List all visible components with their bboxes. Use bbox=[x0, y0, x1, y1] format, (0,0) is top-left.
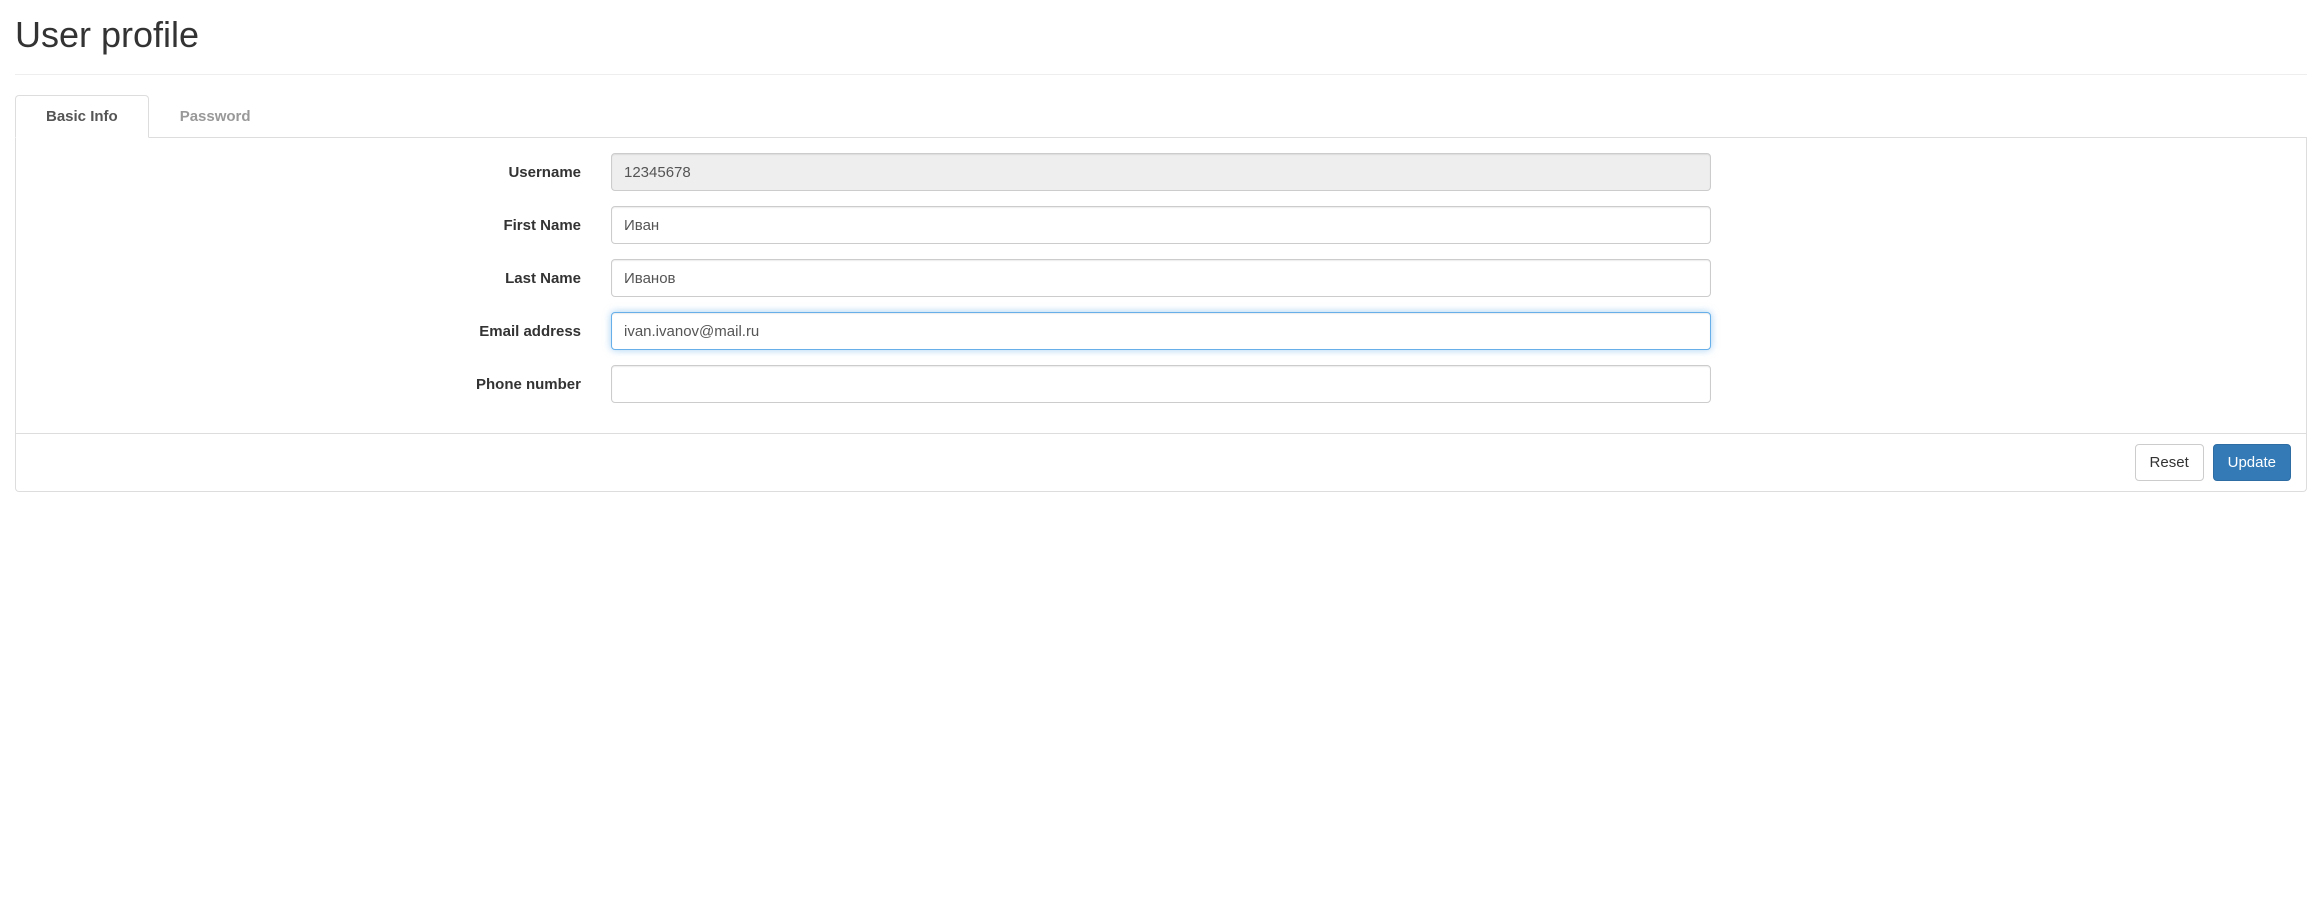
panel-body: Username First Name Last Name Email addr… bbox=[16, 138, 2306, 433]
tab-password[interactable]: Password bbox=[149, 95, 282, 138]
field-row-last-name: Last Name bbox=[31, 259, 2291, 297]
phone-input[interactable] bbox=[611, 365, 1711, 403]
field-row-phone: Phone number bbox=[31, 365, 2291, 403]
page-header: User profile bbox=[15, 15, 2307, 75]
first-name-label: First Name bbox=[31, 217, 596, 234]
last-name-label: Last Name bbox=[31, 270, 596, 287]
tab-basic-info[interactable]: Basic Info bbox=[15, 95, 149, 138]
email-label: Email address bbox=[31, 323, 596, 340]
update-button[interactable]: Update bbox=[2213, 444, 2291, 481]
field-row-first-name: First Name bbox=[31, 206, 2291, 244]
profile-panel: Username First Name Last Name Email addr… bbox=[15, 138, 2307, 492]
first-name-input-wrap bbox=[596, 206, 1726, 244]
field-row-username: Username bbox=[31, 153, 2291, 191]
field-row-email: Email address bbox=[31, 312, 2291, 350]
username-input-wrap bbox=[596, 153, 1726, 191]
phone-label: Phone number bbox=[31, 376, 596, 393]
last-name-input[interactable] bbox=[611, 259, 1711, 297]
email-input-wrap bbox=[596, 312, 1726, 350]
reset-button[interactable]: Reset bbox=[2135, 444, 2204, 481]
username-input bbox=[611, 153, 1711, 191]
profile-form: Username First Name Last Name Email addr… bbox=[31, 153, 2291, 403]
tab-password-label[interactable]: Password bbox=[149, 95, 282, 138]
last-name-input-wrap bbox=[596, 259, 1726, 297]
email-input[interactable] bbox=[611, 312, 1711, 350]
tab-basic-info-label[interactable]: Basic Info bbox=[15, 95, 149, 138]
username-label: Username bbox=[31, 164, 596, 181]
phone-input-wrap bbox=[596, 365, 1726, 403]
tab-list: Basic Info Password bbox=[15, 95, 2307, 138]
panel-footer: Reset Update bbox=[16, 433, 2306, 491]
first-name-input[interactable] bbox=[611, 206, 1711, 244]
page-title: User profile bbox=[15, 15, 2307, 55]
